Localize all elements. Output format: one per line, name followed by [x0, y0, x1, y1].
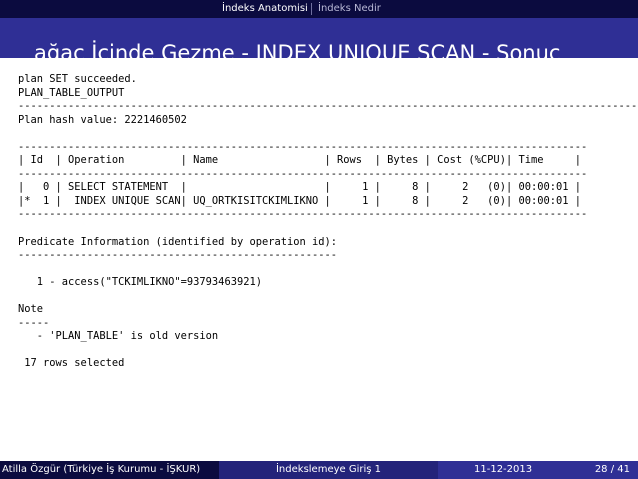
output-line: | Id | Operation | Name | Rows | Bytes |… — [18, 154, 582, 167]
output-line: PLAN_TABLE_OUTPUT — [18, 86, 125, 99]
footer-talk-title: İndekslemeye Giriş 1 — [219, 461, 438, 479]
output-line: plan SET succeeded. — [18, 73, 137, 85]
nav-separator — [311, 3, 312, 15]
nav-item-indeks-anatomisi[interactable]: İndeks Anatomisi — [222, 2, 308, 16]
navigation-bar: İndeks Anatomisi İndeks Nedir — [0, 0, 638, 18]
output-line: ----------------------------------------… — [18, 100, 638, 113]
output-line: ----------------------------------------… — [18, 167, 588, 180]
footer-date-page: 11-12-2013 28 / 41 — [438, 461, 638, 479]
output-line: | 0 | SELECT STATEMENT | | 1 | 8 | 2 (0)… — [18, 181, 582, 194]
output-line: 17 rows selected — [18, 357, 125, 370]
output-line: ----------------------------------------… — [18, 140, 588, 153]
footer-bar: Atilla Özgür (Türkiye İş Kurumu - İŞKUR)… — [0, 461, 638, 479]
output-line: ----- — [18, 316, 50, 329]
output-line: - 'PLAN_TABLE' is old version — [18, 330, 219, 343]
title-bar: ağaç İçinde Gezme - INDEX UNIQUE SCAN - … — [0, 18, 638, 65]
footer-author: Atilla Özgür (Türkiye İş Kurumu - İŞKUR) — [0, 461, 219, 479]
output-line: ----------------------------------------… — [18, 208, 588, 221]
output-line: Plan hash value: 2221460502 — [18, 113, 187, 126]
output-line: ----------------------------------------… — [18, 249, 338, 262]
slide-title: ağaç İçinde Gezme - INDEX UNIQUE SCAN - … — [34, 41, 561, 65]
footer-date: 11-12-2013 — [474, 464, 533, 475]
sql-output-panel: plan SET succeeded. PLAN_TABLE_OUTPUT ----… — [18, 73, 638, 441]
output-line: 1 - access("TCKIMLIKNO"=93793463921) — [18, 276, 262, 289]
nav-item-indeks-nedir[interactable]: İndeks Nedir — [318, 2, 381, 16]
sql-output-text: plan SET succeeded. PLAN_TABLE_OUTPUT ----… — [18, 73, 638, 371]
footer-page-number: 28 / 41 — [594, 464, 630, 475]
output-line: Predicate Information (identified by ope… — [18, 235, 338, 248]
output-line: Note — [18, 303, 44, 316]
output-line: |* 1 | INDEX UNIQUE SCAN| UQ_ORTKISITCKI… — [18, 194, 582, 207]
